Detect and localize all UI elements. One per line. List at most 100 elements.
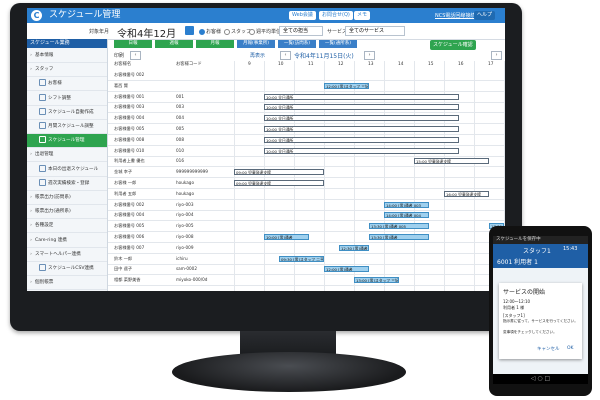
service-select[interactable]: 全てのサービス [345, 26, 405, 36]
sidebar-item[interactable]: 月間スケジュール調整 [27, 120, 107, 134]
view-tab[interactable]: 一覧(通所系) [319, 40, 357, 48]
schedule-bar[interactable]: 12:00 [男]スタッフ 三好 [324, 82, 369, 89]
prev-day-icon[interactable]: ‹ [280, 51, 291, 60]
sidebar-item[interactable]: スケジュールCSV連携 [27, 262, 107, 276]
refresh-button[interactable]: 再表示 [250, 52, 265, 59]
header-button[interactable]: NCS電話回線接続 [435, 12, 475, 19]
ok-button[interactable]: OK [567, 346, 574, 351]
sidebar-item-label: 各種設定 [35, 223, 54, 229]
table-row[interactable]: お客様番号 005riyo-00513:30 [男]通者 00517:30 [108, 221, 505, 233]
view-tab[interactable]: 日報 [114, 40, 152, 48]
sidebar-item[interactable]: シフト調整 [27, 92, 107, 106]
sidebar-item[interactable]: › 出退管理 [27, 148, 107, 163]
table-row[interactable]: 鈴木 一郎 ichiru 09:30 [男]スタッフ 二平 [108, 254, 505, 265]
smartphone: スケジュールを保存中 スタッフ1 15:43 6001 利用者 1 サービスの開… [489, 226, 592, 396]
schedule-bar[interactable]: 12:00 [男]通者 [324, 266, 369, 273]
sidebar-item[interactable]: › スタッフ [27, 63, 107, 78]
table-row[interactable]: お客様番号 008 008 10:00 全日通所 [108, 135, 505, 146]
table-row[interactable]: 葛西 賢 12:00 [男]スタッフ 三好 [108, 81, 505, 92]
table-row[interactable]: 金城 幸子 999999999999 09:00 児童発達支援 [108, 167, 505, 179]
table-row[interactable]: お客様番号 002 [108, 70, 505, 81]
chevron-right-icon: › [30, 67, 32, 73]
sidebar-item[interactable]: スケジュール自動作成 [27, 106, 107, 120]
schedule-bar[interactable]: 09:00 児童発達支援 [234, 180, 324, 186]
next-day-icon[interactable]: › [364, 51, 375, 60]
view-tab[interactable]: 月報 [196, 40, 234, 48]
sidebar-item[interactable]: › 帳票出力(通所系) [27, 205, 107, 220]
view-tab[interactable]: 月報(事業所) [237, 40, 275, 48]
sidebar-item[interactable]: › 各種設定 [27, 219, 107, 234]
schedule-bar[interactable]: 13:30 [男]通者 005 [369, 223, 429, 230]
header-button[interactable]: Web会議 [289, 11, 316, 20]
header-button[interactable]: お問合せ(Q) [319, 11, 353, 20]
schedule-bar[interactable]: 16:00 児童発達支援 [444, 190, 489, 197]
table-row[interactable]: 田中 遥子 sam-0002 12:00 [男]通者 [108, 264, 505, 276]
schedule-bar[interactable]: 10:00 全日通所 [264, 93, 459, 100]
view-tab[interactable]: 一覧(訪問系) [278, 40, 316, 48]
view-tab[interactable]: 週報 [155, 40, 193, 48]
header-button[interactable]: メモ [354, 11, 371, 20]
staff-select[interactable]: 全ての担当 [279, 26, 323, 36]
table-row[interactable]: お客様番号 004 004 10:00 全日通所 [108, 113, 505, 125]
schedule-bar[interactable]: 10:00 全日通所 [264, 147, 459, 154]
table-row[interactable]: お客様番号 004 riyo-004 14:00 [男]通者 004 [108, 210, 505, 222]
sidebar-item-label: スケジュールCSV連携 [48, 266, 94, 271]
prev-icon[interactable]: ‹ [130, 51, 141, 60]
print-button[interactable]: 印刷 [114, 52, 124, 59]
schedule-confirm-button[interactable]: スケジュール確認 [430, 40, 476, 50]
radio-user[interactable]: お客様 [199, 28, 221, 35]
table-row[interactable]: お客様番号 003 003 10:00 全日通所 [108, 102, 505, 114]
app-header: C スケジュール管理 Web会議 お問合せ(Q) メモ NCS電話回線接続 ヘルプ [27, 8, 505, 23]
phone-status-bar: スケジュールを保存中 [493, 236, 588, 244]
table-row[interactable]: 利用者 五郎 houkago 16:00 児童発達支援 [108, 189, 505, 200]
schedule-bar[interactable]: 10:00 全日通所 [264, 126, 459, 132]
schedule-bar[interactable]: 14:00 [男]通者 003 [384, 201, 429, 208]
sidebar-item[interactable]: 週次実績検索・登録 [27, 177, 107, 191]
client-name: お客様番号 008 [114, 136, 145, 142]
sidebar-item[interactable]: › Care-ring 連携 [27, 234, 107, 248]
hour-label: 13 [368, 62, 374, 67]
menu-icon [39, 122, 46, 129]
table-row[interactable]: お客様番号 005 005 10:00 全日通所 [108, 124, 505, 135]
schedule-bar[interactable]: 12:30 [男]通者 [339, 244, 369, 251]
calendar-icon[interactable] [185, 26, 194, 35]
schedule-bar[interactable]: 13:00 [男]スタッフ 三好 [354, 277, 399, 284]
table-row[interactable]: お客様 一郎 houkago 09:00 児童発達支援 [108, 178, 505, 189]
monitor-frame: C スケジュール管理 Web会議 お問合せ(Q) メモ NCS電話回線接続 ヘルプ 対象… [10, 3, 522, 331]
table-row[interactable]: 相都 菜野美香 miyoko-000/0d 13:00 [男]スタッフ 三好 [108, 275, 505, 287]
schedule-bar[interactable]: 10:00 [男]通者 [264, 234, 309, 240]
hour-label: 11 [308, 62, 314, 67]
sidebar-item[interactable]: スケジュール管理 [27, 134, 107, 149]
schedule-bar[interactable]: 14:00 [男]通者 004 [384, 212, 429, 219]
table-row[interactable]: お客様番号 006 riyo-008 10:00 [男]通者 13:30 [男]通者 [108, 232, 505, 243]
sidebar-item[interactable]: お客様 [27, 77, 107, 92]
table-row[interactable]: お客様番号 007 riyo-009 12:30 [男]通者 [108, 243, 505, 254]
table-row[interactable]: お客様番号 001 001 10:00 全日通所 [108, 92, 505, 103]
table-row[interactable]: お客様番号 002 riyo-003 14:00 [男]通者 003 [108, 200, 505, 211]
client-code: riyo-004 [176, 212, 194, 218]
schedule-bar[interactable]: 10:00 全日通所 [264, 136, 459, 143]
table-row[interactable]: お客様番号 010 010 10:00 全日通所 [108, 146, 505, 157]
chevron-right-icon: › [30, 223, 32, 229]
table-row[interactable]: 利用者上書 優也 016 15:00 児童発達支援 [108, 156, 505, 168]
sidebar-item[interactable]: 本日の出退スケジュール [27, 163, 107, 177]
phone-nav-bar[interactable]: ◁ ○ □ [493, 374, 588, 384]
cancel-button[interactable]: キャンセル [537, 346, 560, 352]
schedule-bar[interactable]: 09:30 [男]スタッフ 二平 [279, 255, 324, 262]
next-icon[interactable]: › [491, 51, 502, 60]
schedule-bar[interactable]: 10:00 全日通所 [264, 115, 459, 122]
radio-staff[interactable]: スタッフ [224, 28, 251, 35]
sidebar-item[interactable]: › 個別帳票 [27, 276, 107, 291]
schedule-bar[interactable]: 10:00 全日通所 [264, 104, 459, 111]
sidebar-item-label: スタッフ [35, 67, 54, 73]
schedule-bar[interactable]: 15:00 児童発達支援 [414, 158, 489, 165]
radio-location[interactable]: 週平均単位 [249, 28, 281, 35]
sidebar-item[interactable]: › 帳票出力(訪問系) [27, 191, 107, 205]
header-button[interactable]: ヘルプ [474, 11, 496, 20]
sidebar-item[interactable]: › スマートヘルパー連携 [27, 248, 107, 262]
schedule-bar[interactable]: 09:00 児童発達支援 [234, 169, 324, 176]
sidebar-item[interactable]: › 基本情報 [27, 49, 107, 63]
schedule-bar[interactable]: 13:30 [男]通者 [369, 234, 429, 240]
client-code [176, 70, 232, 80]
client-name: 相都 菜野美香 [114, 277, 141, 283]
